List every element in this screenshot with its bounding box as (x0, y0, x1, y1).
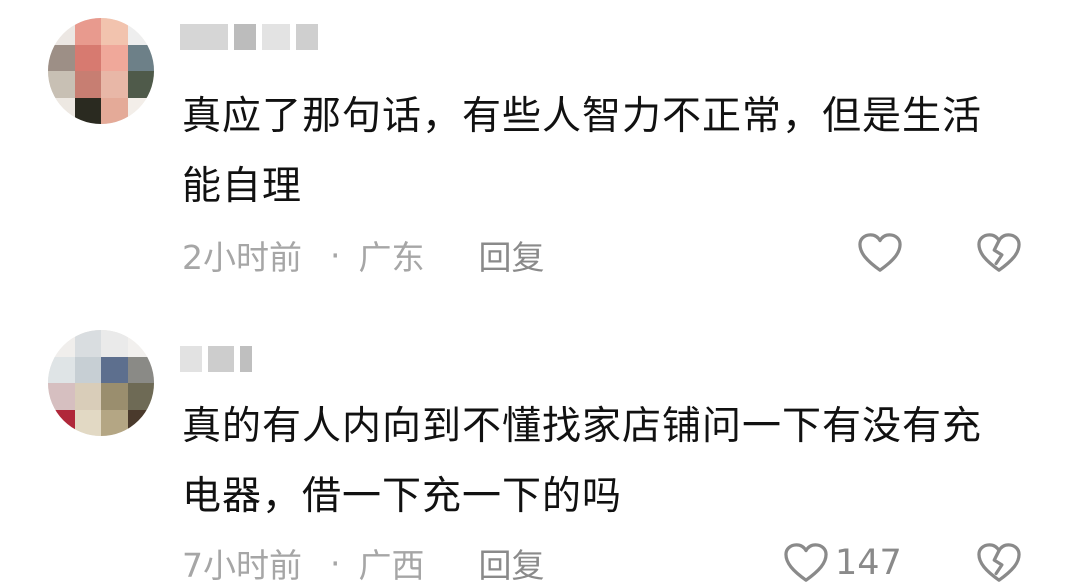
comment-item: 真应了那句话，有些人智力不正常，但是生活能自理 2小时前 · 广东 回复 (0, 0, 1078, 300)
username-pixelated[interactable] (180, 24, 318, 50)
avatar[interactable] (48, 18, 154, 124)
comment-list: 真应了那句话，有些人智力不正常，但是生活能自理 2小时前 · 广东 回复 真的有… (0, 0, 1078, 583)
comment-time: 2小时前 (182, 238, 302, 277)
comment-location: 广西 (358, 546, 425, 583)
comment-meta: 7小时前 · 广西 回复 (182, 538, 1078, 583)
username-pixelated[interactable] (180, 346, 252, 372)
comment-text: 真的有人内向到不懂找家店铺问一下有没有充电器，借一下充一下的吗 (182, 404, 983, 519)
comment-location: 广东 (358, 238, 425, 277)
like-button[interactable]: 147 (783, 542, 902, 583)
comment-meta: 2小时前 · 广东 回复 (182, 230, 1078, 280)
like-count: 147 (835, 543, 902, 583)
broken-heart-icon (977, 543, 1021, 582)
heart-outline-icon (858, 233, 902, 272)
like-button[interactable] (857, 232, 909, 274)
comment-item: 真的有人内向到不懂找家店铺问一下有没有充电器，借一下充一下的吗 7小时前 · 广… (0, 310, 1078, 583)
meta-separator: · (330, 235, 341, 275)
reply-button[interactable]: 回复 (479, 231, 545, 279)
comment-time: 7小时前 (182, 546, 302, 583)
comment-text: 真应了那句话，有些人智力不正常，但是生活能自理 (182, 94, 983, 209)
meta-separator: · (330, 543, 341, 583)
heart-outline-icon (784, 543, 828, 582)
broken-heart-icon (977, 233, 1021, 272)
reply-button[interactable]: 回复 (479, 539, 545, 583)
dislike-button[interactable] (976, 232, 1022, 274)
dislike-button[interactable] (976, 542, 1022, 583)
avatar[interactable] (48, 330, 154, 436)
